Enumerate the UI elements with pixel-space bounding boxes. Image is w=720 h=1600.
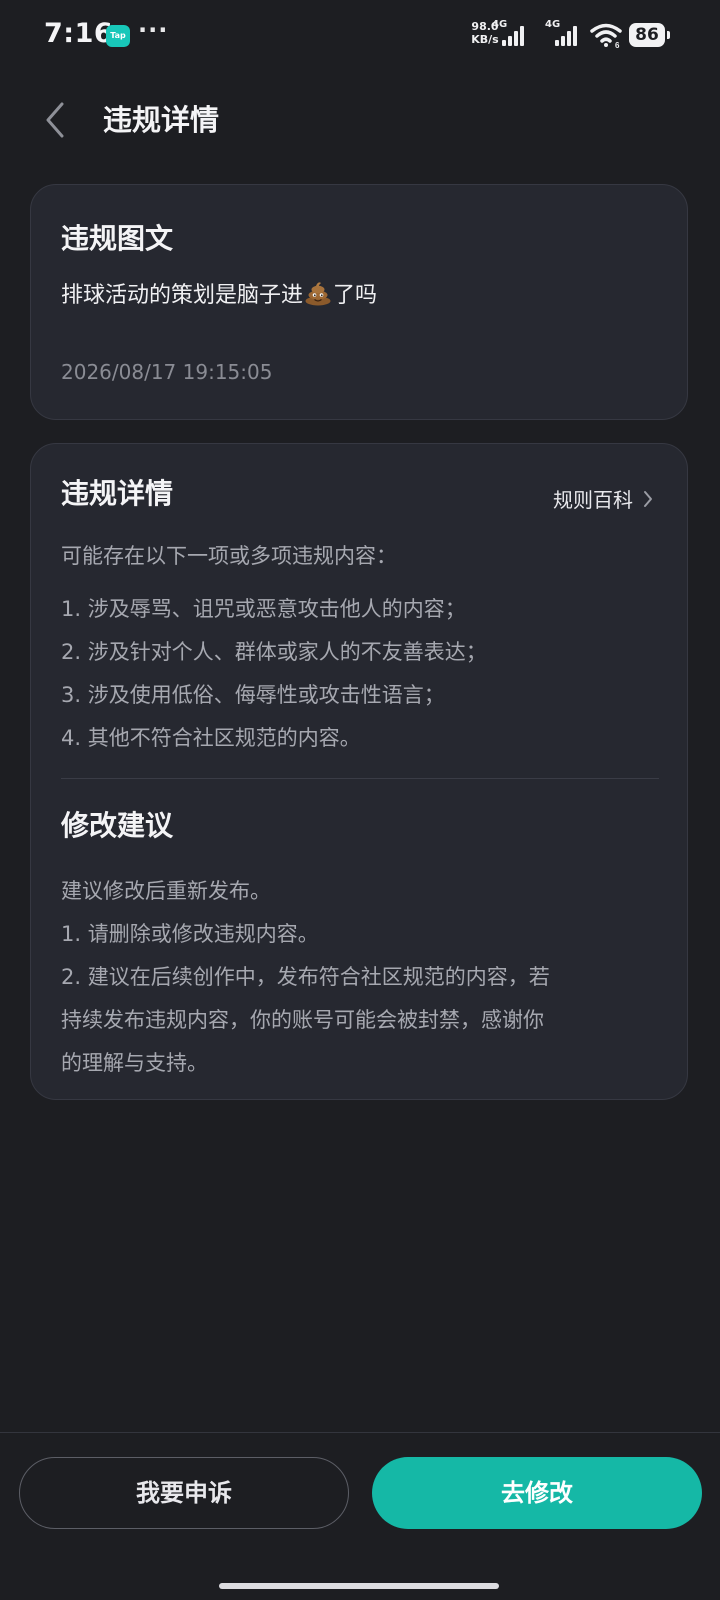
more-notifications-icon: ··· <box>138 16 169 44</box>
status-time: 7:16 <box>44 18 114 49</box>
suggestion-line: 2. 建议在后续创作中，发布符合社区规范的内容，若 <box>61 965 550 989</box>
page-title: 违规详情 <box>103 103 220 137</box>
post-text-before: 排球活动的策划是脑子进 <box>61 283 304 308</box>
rule-item: 3. 涉及使用低俗、侮辱性或攻击性语言； <box>61 683 445 707</box>
rule-item: 1. 涉及辱骂、诅咒或恶意攻击他人的内容； <box>61 597 466 621</box>
sim1-signal-icon: 4G <box>492 19 528 48</box>
rule-item: 4. 其他不符合社区规范的内容。 <box>61 726 361 750</box>
battery-icon: 86 <box>629 23 665 47</box>
appeal-button[interactable]: 我要申诉 <box>19 1457 349 1529</box>
chevron-right-icon <box>644 490 652 507</box>
status-bar: 7:16 Tap ··· 98.0 KB/s 4G 4G 6 86 <box>0 0 720 72</box>
post-text-after: 了吗 <box>333 283 378 308</box>
wifi-icon: 6 <box>590 23 622 48</box>
post-timestamp: 2026/08/17 19:15:05 <box>61 360 273 384</box>
violation-content-card: 违规图文 排球活动的策划是脑子进 了吗 2026/08/17 19:15:05 <box>30 184 688 420</box>
rules-wiki-label: 规则百科 <box>553 488 633 512</box>
sim2-signal-icon: 4G <box>545 19 581 48</box>
suggestion-line: 的理解与支持。 <box>61 1051 208 1075</box>
violation-details-card: 违规详情 规则百科 可能存在以下一项或多项违规内容： 1. 涉及辱骂、诅咒或恶意… <box>30 443 688 1100</box>
violating-post-text: 排球活动的策划是脑子进 了吗 <box>61 277 377 309</box>
edit-button[interactable]: 去修改 <box>372 1457 702 1529</box>
violation-intro: 可能存在以下一项或多项违规内容： <box>61 544 397 568</box>
taptap-app-icon: Tap <box>106 25 130 47</box>
sim2-network-type: 4G <box>545 19 561 30</box>
back-button[interactable] <box>30 94 82 146</box>
content-card-title: 违规图文 <box>61 222 174 255</box>
rules-wiki-link[interactable]: 规则百科 <box>553 484 653 513</box>
footer-divider <box>0 1432 720 1433</box>
details-card-title: 违规详情 <box>61 477 174 510</box>
sim1-network-type: 4G <box>492 19 508 30</box>
suggestion-line: 持续发布违规内容，你的账号可能会被封禁，感谢你 <box>61 1008 544 1032</box>
violation-rule-list: 1. 涉及辱骂、诅咒或恶意攻击他人的内容； 2. 涉及针对个人、群体或家人的不友… <box>61 592 487 764</box>
chevron-left-icon <box>46 102 64 138</box>
svg-text:6: 6 <box>615 41 620 48</box>
home-indicator[interactable] <box>219 1583 499 1589</box>
suggestion-text: 建议修改后重新发布。 1. 请删除或修改违规内容。 2. 建议在后续创作中，发布… <box>61 870 659 1085</box>
suggestion-line: 1. 请删除或修改违规内容。 <box>61 922 319 946</box>
section-divider <box>61 778 659 779</box>
rule-item: 2. 涉及针对个人、群体或家人的不友善表达； <box>61 640 487 664</box>
battery-nub <box>667 31 670 39</box>
poop-emoji-icon <box>305 282 331 306</box>
suggestion-title: 修改建议 <box>61 809 174 842</box>
suggestion-line: 建议修改后重新发布。 <box>61 879 271 903</box>
